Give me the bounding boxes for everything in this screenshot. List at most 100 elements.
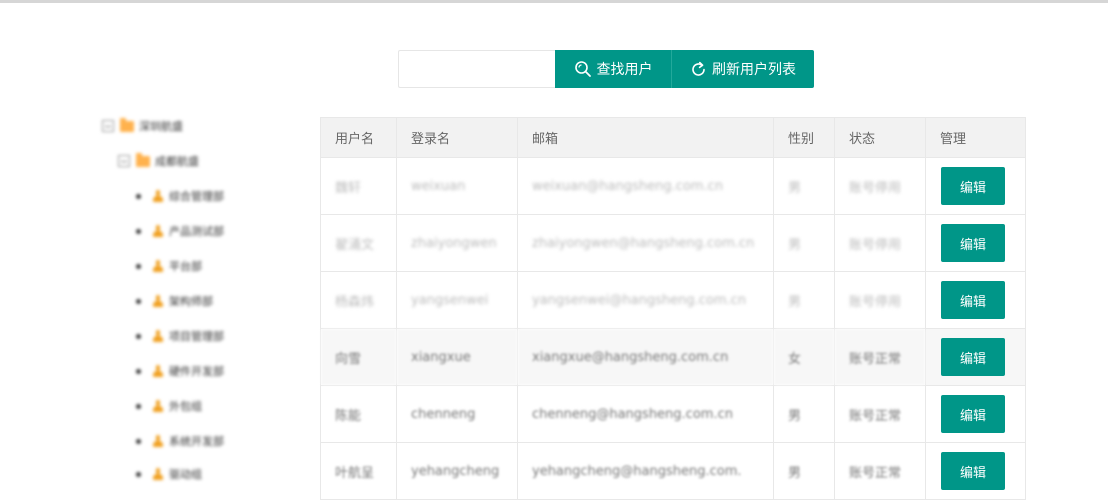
tree-node-label: 外包组	[169, 400, 202, 413]
edit-button[interactable]: 编辑	[941, 224, 1005, 262]
tree-node-dept[interactable]: 驱动组	[136, 466, 202, 482]
tree-node-root[interactable]: 深圳航盛	[102, 117, 183, 134]
cell-login: weixuan	[396, 157, 518, 215]
tree-node-dept[interactable]: 平台部	[136, 258, 202, 274]
cell-manage: 编辑	[925, 271, 1026, 329]
person-icon	[153, 329, 163, 343]
cell-manage: 编辑	[925, 442, 1026, 500]
tree-node-dept[interactable]: 系统开发部	[136, 433, 224, 449]
cell-manage: 编辑	[925, 328, 1026, 386]
table-row: 叶航呈 yehangcheng yehangcheng@hangsheng.co…	[320, 442, 1026, 500]
cell-email: yehangcheng@hangsheng.com.	[517, 442, 774, 500]
person-icon	[153, 467, 163, 481]
tree-node-dept[interactable]: 外包组	[136, 398, 202, 414]
tree-node-label: 平台部	[169, 260, 202, 273]
person-icon	[153, 434, 163, 448]
table-header-row: 用户名 登录名 邮箱 性别 状态 管理	[320, 117, 1026, 158]
bullet-icon	[136, 471, 141, 477]
table-row: 魏轩 weixuan weixuan@hangsheng.com.cn 男 账号…	[320, 157, 1026, 215]
tree-node-label: 成都航盛	[155, 155, 199, 168]
find-user-button[interactable]: 查找用户	[555, 50, 672, 88]
cell-status: 账号停用	[834, 157, 926, 215]
cell-manage: 编辑	[925, 214, 1026, 272]
cell-gender: 男	[773, 157, 835, 215]
tree-node-dept[interactable]: 架构师部	[136, 293, 213, 309]
tree-node-branch[interactable]: 成都航盛	[118, 152, 199, 169]
find-user-label: 查找用户	[596, 62, 653, 78]
edit-button[interactable]: 编辑	[941, 395, 1005, 433]
cell-email: weixuan@hangsheng.com.cn	[517, 157, 774, 215]
bullet-icon	[136, 333, 141, 339]
tree-node-label: 系统开发部	[169, 435, 224, 448]
cell-status: 账号正常	[834, 328, 926, 386]
cell-status: 账号停用	[834, 271, 926, 329]
search-icon	[574, 61, 591, 77]
cell-gender: 男	[773, 385, 835, 443]
edit-button[interactable]: 编辑	[941, 167, 1005, 205]
cell-gender: 男	[773, 214, 835, 272]
folder-icon	[136, 152, 150, 167]
cell-manage: 编辑	[925, 157, 1026, 215]
cell-status: 账号正常	[834, 385, 926, 443]
cell-status: 账号停用	[834, 214, 926, 272]
bullet-icon	[136, 298, 141, 304]
cell-email: zhaiyongwen@hangsheng.com.cn	[517, 214, 774, 272]
search-input[interactable]	[398, 50, 555, 88]
tree-node-label: 硬件开发部	[169, 365, 224, 378]
top-border	[0, 0, 1108, 3]
cell-login: yehangcheng	[396, 442, 518, 500]
edit-button[interactable]: 编辑	[941, 338, 1005, 376]
table-row: 翟涌文 zhaiyongwen zhaiyongwen@hangsheng.co…	[320, 214, 1026, 272]
cell-username: 魏轩	[320, 157, 397, 215]
tree-node-label: 驱动组	[169, 468, 202, 481]
cell-manage: 编辑	[925, 385, 1026, 443]
tree-node-dept[interactable]: 项目管理部	[136, 328, 224, 344]
edit-button[interactable]: 编辑	[941, 281, 1005, 319]
tree-node-label: 架构师部	[169, 295, 213, 308]
column-header-status: 状态	[834, 117, 926, 158]
column-header-login: 登录名	[396, 117, 518, 158]
refresh-icon	[692, 61, 705, 76]
column-header-manage: 管理	[925, 117, 1026, 158]
tree-node-label: 综合管理部	[169, 190, 224, 203]
bullet-icon	[136, 403, 141, 409]
person-icon	[153, 294, 163, 308]
bullet-icon	[136, 228, 141, 234]
table-row: 陈能 chenneng chenneng@hangsheng.com.cn 男 …	[320, 385, 1026, 443]
tree-node-label: 产品测试部	[169, 225, 224, 238]
cell-email: xiangxue@hangsheng.com.cn	[517, 328, 774, 386]
tree-node-dept[interactable]: 产品测试部	[136, 223, 224, 239]
tree-node-dept[interactable]: 综合管理部	[136, 188, 224, 204]
cell-login: xiangxue	[396, 328, 518, 386]
cell-gender: 男	[773, 442, 835, 500]
refresh-user-list-label: 刷新用户列表	[712, 62, 796, 78]
column-header-gender: 性别	[773, 117, 835, 158]
person-icon	[153, 364, 163, 378]
collapse-toggle-icon[interactable]	[118, 155, 130, 167]
person-icon	[153, 399, 163, 413]
person-icon	[153, 259, 163, 273]
refresh-user-list-button[interactable]: 刷新用户列表	[672, 50, 814, 88]
bullet-icon	[136, 368, 141, 374]
cell-email: yangsenwei@hangsheng.com.cn	[517, 271, 774, 329]
cell-login: chenneng	[396, 385, 518, 443]
table-row: 向雪 xiangxue xiangxue@hangsheng.com.cn 女 …	[320, 328, 1026, 386]
collapse-toggle-icon[interactable]	[102, 120, 114, 132]
table-row: 杨森炜 yangsenwei yangsenwei@hangsheng.com.…	[320, 271, 1026, 329]
cell-login: yangsenwei	[396, 271, 518, 329]
cell-gender: 女	[773, 328, 835, 386]
bullet-icon	[136, 263, 141, 269]
cell-gender: 男	[773, 271, 835, 329]
bullet-icon	[136, 193, 141, 199]
tree-node-label: 深圳航盛	[139, 120, 183, 133]
tree-node-label: 项目管理部	[169, 330, 224, 343]
person-icon	[153, 224, 163, 238]
tree-node-dept[interactable]: 硬件开发部	[136, 363, 224, 379]
user-table: 用户名 登录名 邮箱 性别 状态 管理 魏轩 weixuan weixuan@h…	[320, 117, 1026, 500]
cell-login: zhaiyongwen	[396, 214, 518, 272]
cell-status: 账号正常	[834, 442, 926, 500]
edit-button[interactable]: 编辑	[941, 452, 1005, 490]
bullet-icon	[136, 438, 141, 444]
cell-username: 向雪	[320, 328, 397, 386]
cell-username: 陈能	[320, 385, 397, 443]
